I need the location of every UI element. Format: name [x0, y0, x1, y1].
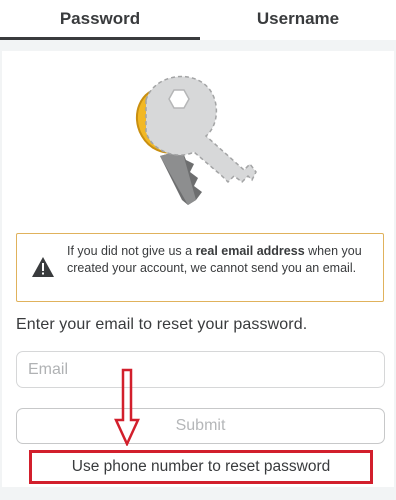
warning-icon	[32, 257, 54, 277]
warning-text-start: If you did not give us a	[67, 244, 196, 258]
use-phone-number-link[interactable]: Use phone number to reset password	[29, 450, 373, 484]
tab-password[interactable]: Password	[0, 0, 200, 40]
submit-button[interactable]: Submit	[16, 408, 385, 444]
active-tab-indicator	[0, 37, 200, 40]
instruction-text: Enter your email to reset your password.	[16, 316, 308, 333]
warning-text-bold: real email address	[195, 244, 305, 258]
warning-callout: If you did not give us a real email addr…	[16, 233, 384, 302]
warning-text: If you did not give us a real email addr…	[67, 243, 377, 277]
email-field[interactable]	[16, 351, 385, 388]
arrow-down-icon	[114, 368, 140, 446]
key-icon	[136, 75, 257, 205]
tab-username[interactable]: Username	[200, 0, 396, 40]
tab-bar: Password Username	[0, 0, 396, 40]
